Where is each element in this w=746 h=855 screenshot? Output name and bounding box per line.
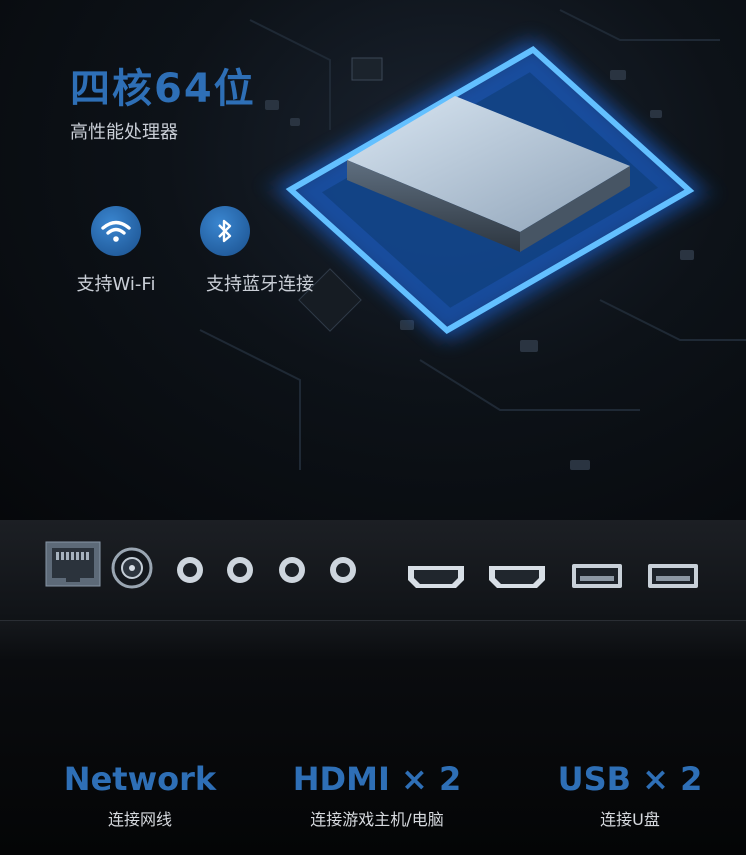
feature-bluetooth: 支持蓝牙连接 [198, 206, 322, 296]
spec-network-caption: 连接网线 [107, 810, 172, 829]
spec-usb-caption: 连接U盘 [600, 810, 660, 829]
hdmi-port-1-icon [408, 566, 464, 588]
hdmi-port-2-icon [489, 566, 545, 588]
audio-jack-2-icon [227, 557, 253, 583]
audio-jack-1-icon [177, 557, 203, 583]
processor-hero: 四核64位 高性能处理器 支持Wi-Fi 支持蓝牙连接 [0, 0, 746, 520]
feature-bluetooth-label: 支持蓝牙连接 [206, 274, 314, 295]
spec-network-title: Network [63, 760, 217, 798]
page-subtitle: 高性能处理器 [70, 122, 178, 143]
spec-network: Network 连接网线 [60, 760, 220, 830]
usb-port-1-icon [572, 564, 622, 588]
audio-jack-4-icon [330, 557, 356, 583]
small-chip [351, 57, 383, 81]
wifi-icon [91, 206, 141, 256]
bluetooth-icon [200, 206, 250, 256]
usb-port-2-icon [648, 564, 698, 588]
spec-hdmi-caption: 连接游戏主机/电脑 [310, 810, 444, 829]
spec-hdmi: HDMI × 2 连接游戏主机/电脑 [282, 760, 472, 830]
feature-wifi: 支持Wi-Fi [68, 206, 164, 296]
spec-hdmi-title: HDMI × 2 [292, 760, 462, 798]
antenna-port-icon [111, 547, 153, 589]
page-title: 四核64位 [70, 66, 256, 112]
feature-wifi-label: 支持Wi-Fi [76, 274, 156, 295]
io-ports [45, 541, 698, 589]
spec-usb: USB × 2 连接U盘 [545, 760, 715, 830]
ethernet-port-icon [45, 541, 101, 587]
audio-jack-3-icon [279, 557, 305, 583]
spec-usb-title: USB × 2 [557, 760, 703, 798]
